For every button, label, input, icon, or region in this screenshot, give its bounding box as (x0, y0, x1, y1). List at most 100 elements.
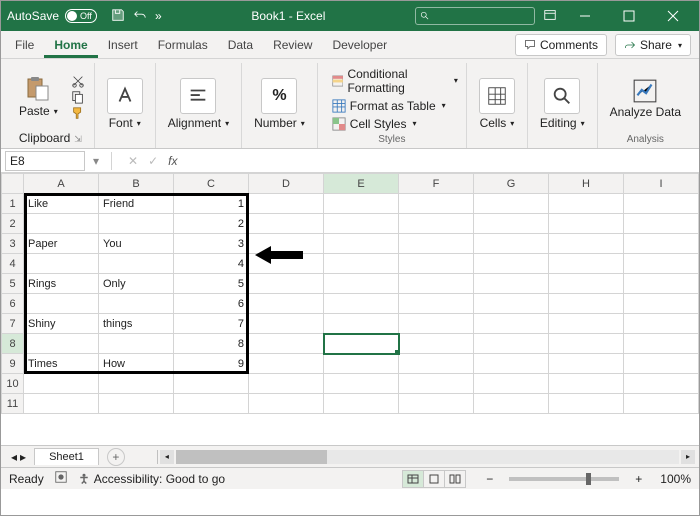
cell[interactable] (624, 194, 699, 214)
cell[interactable] (324, 294, 399, 314)
alignment-button[interactable]: Alignment▾ (164, 76, 233, 132)
tab-developer[interactable]: Developer (322, 32, 397, 58)
col-header-G[interactable]: G (474, 174, 549, 194)
tab-formulas[interactable]: Formulas (148, 32, 218, 58)
cell[interactable] (99, 214, 174, 234)
cell[interactable] (549, 254, 624, 274)
cell[interactable] (24, 254, 99, 274)
cell[interactable] (249, 194, 324, 214)
cell[interactable] (399, 334, 474, 354)
cell[interactable] (624, 274, 699, 294)
cell-selected[interactable] (324, 334, 399, 354)
cell[interactable]: Shiny (24, 314, 99, 334)
conditional-formatting-button[interactable]: Conditional Formatting▾ (332, 66, 458, 96)
cell[interactable] (249, 214, 324, 234)
col-header-C[interactable]: C (174, 174, 249, 194)
cell[interactable]: Only (99, 274, 174, 294)
cell[interactable] (399, 354, 474, 374)
cell[interactable] (24, 214, 99, 234)
cell[interactable] (24, 374, 99, 394)
cell[interactable] (399, 214, 474, 234)
cell[interactable] (324, 354, 399, 374)
cell[interactable]: Times (24, 354, 99, 374)
cell[interactable]: 1 (174, 194, 249, 214)
cell[interactable] (624, 254, 699, 274)
minimize-button[interactable] (565, 1, 605, 31)
close-button[interactable] (653, 1, 693, 31)
cell[interactable] (324, 234, 399, 254)
cell[interactable] (549, 374, 624, 394)
page-break-view-button[interactable] (444, 470, 466, 488)
ribbon-options-icon[interactable] (543, 8, 557, 25)
paste-button[interactable]: Paste▾ (15, 74, 62, 120)
cell[interactable] (99, 294, 174, 314)
cell[interactable] (549, 314, 624, 334)
grid[interactable]: A B C D E F G H I 1LikeFriend1 22 3Paper… (1, 173, 699, 414)
tab-review[interactable]: Review (263, 32, 322, 58)
select-all-corner[interactable] (2, 174, 24, 194)
cell[interactable] (399, 314, 474, 334)
cell[interactable]: things (99, 314, 174, 334)
cell[interactable] (624, 374, 699, 394)
cell[interactable] (99, 254, 174, 274)
cell[interactable]: 8 (174, 334, 249, 354)
cell[interactable] (249, 354, 324, 374)
zoom-in-button[interactable]: + (635, 472, 642, 486)
autosave-toggle[interactable]: AutoSave Off (7, 9, 97, 23)
add-sheet-button[interactable]: + (107, 448, 125, 466)
cell[interactable] (324, 254, 399, 274)
cell[interactable] (474, 214, 549, 234)
cell[interactable] (174, 374, 249, 394)
cell[interactable]: 9 (174, 354, 249, 374)
cell[interactable] (99, 334, 174, 354)
cell[interactable]: Rings (24, 274, 99, 294)
cell[interactable]: 5 (174, 274, 249, 294)
cell[interactable] (249, 274, 324, 294)
share-button[interactable]: Share▾ (615, 34, 691, 56)
cell[interactable] (549, 394, 624, 414)
cell[interactable] (624, 394, 699, 414)
copy-icon[interactable] (70, 90, 86, 104)
format-painter-icon[interactable] (70, 106, 86, 120)
cell[interactable] (324, 374, 399, 394)
cell[interactable]: Paper (24, 234, 99, 254)
cell[interactable] (474, 354, 549, 374)
cell[interactable] (24, 334, 99, 354)
cell[interactable] (624, 214, 699, 234)
cell[interactable]: 4 (174, 254, 249, 274)
cell[interactable] (549, 274, 624, 294)
enter-icon[interactable]: ✓ (148, 154, 158, 168)
cells-button[interactable]: Cells▾ (475, 76, 519, 132)
cell[interactable] (24, 294, 99, 314)
cell[interactable]: 7 (174, 314, 249, 334)
cell[interactable]: 2 (174, 214, 249, 234)
analyze-data-button[interactable]: Analyze Data (606, 76, 685, 121)
font-button[interactable]: Font▾ (103, 76, 147, 132)
cell[interactable] (549, 294, 624, 314)
col-header-I[interactable]: I (624, 174, 699, 194)
cell[interactable] (549, 234, 624, 254)
cell[interactable] (324, 314, 399, 334)
cell[interactable] (624, 294, 699, 314)
cell[interactable] (399, 294, 474, 314)
cell[interactable] (474, 334, 549, 354)
cell[interactable] (399, 374, 474, 394)
macro-record-icon[interactable] (54, 470, 68, 487)
name-box[interactable]: E8 (5, 151, 85, 171)
cell-styles-button[interactable]: Cell Styles▾ (332, 116, 458, 132)
cell[interactable]: 3 (174, 234, 249, 254)
name-box-dropdown[interactable]: ▾ (89, 154, 103, 168)
col-header-F[interactable]: F (399, 174, 474, 194)
horizontal-scrollbar[interactable] (176, 450, 679, 464)
comments-button[interactable]: Comments (515, 34, 607, 56)
cell[interactable]: Friend (99, 194, 174, 214)
sheet-nav-prev-icon[interactable]: ◂ (11, 450, 17, 464)
col-header-D[interactable]: D (249, 174, 324, 194)
more-icon[interactable]: » (155, 9, 162, 23)
cell[interactable]: How (99, 354, 174, 374)
tab-file[interactable]: File (5, 32, 44, 58)
cell[interactable]: You (99, 234, 174, 254)
cell[interactable] (549, 214, 624, 234)
cell[interactable] (399, 394, 474, 414)
cell[interactable] (624, 334, 699, 354)
